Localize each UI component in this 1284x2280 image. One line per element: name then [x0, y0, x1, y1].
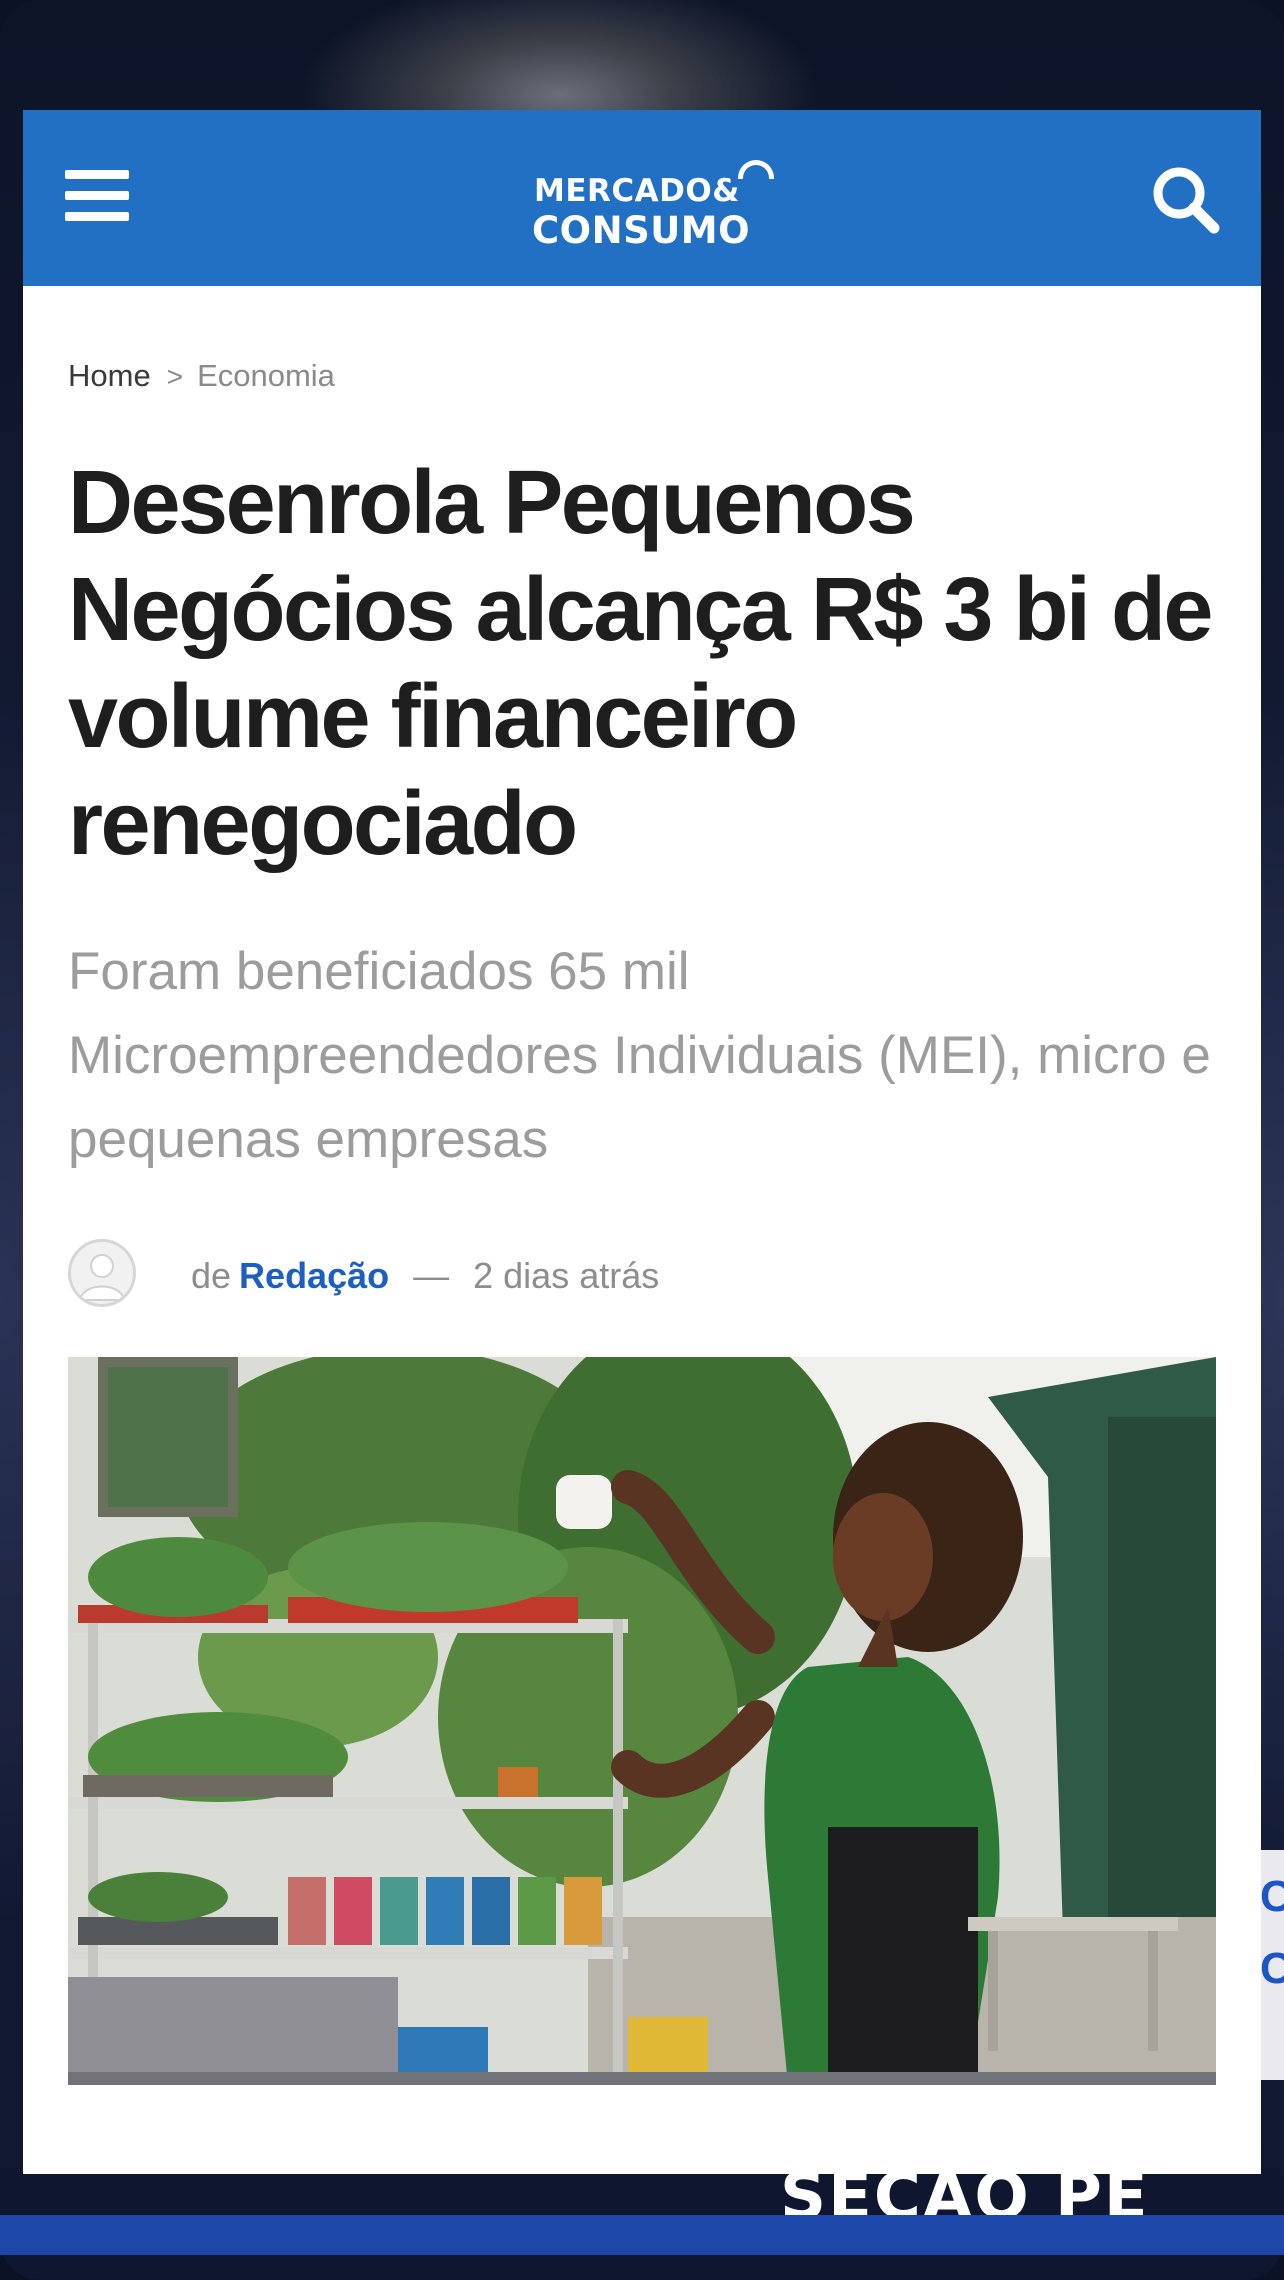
author-link[interactable]: Redação — [239, 1255, 389, 1296]
publish-time: 2 dias atrás — [473, 1255, 660, 1296]
article-byline: de Redação — 2 dias atrás — [68, 1235, 1168, 1315]
author-avatar[interactable] — [68, 1239, 136, 1307]
byline-separator: — — [413, 1255, 450, 1296]
article-screenshot: MERCADO& CONSUMO Home > Economia Desenrola… — [23, 110, 1261, 2174]
logo-arc — [738, 160, 774, 179]
hamburger-menu-icon[interactable] — [65, 170, 129, 222]
breadcrumb-home[interactable]: Home — [68, 358, 151, 393]
logo-line-1: MERCADO& — [534, 173, 740, 209]
logo-line-2: CONSUMO — [532, 209, 751, 252]
article-subtitle: Foram beneficiados 65 mil Microempreende… — [68, 942, 1211, 1169]
breadcrumb-separator: > — [166, 361, 184, 392]
backdrop-side-panel: CC — [1260, 1850, 1284, 2080]
article-headline: Desenrola Pequenos Negócios alcança R$ 3… — [68, 453, 1213, 874]
site-header: MERCADO& CONSUMO — [23, 110, 1261, 286]
site-logo[interactable]: MERCADO& CONSUMO — [528, 152, 774, 249]
byline-prefix: de — [191, 1255, 232, 1296]
breadcrumb-current[interactable]: Economia — [197, 358, 335, 393]
breadcrumb: Home > Economia — [68, 358, 335, 394]
backdrop-banner — [0, 2215, 1284, 2255]
search-icon[interactable] — [1148, 162, 1224, 238]
article-hero-image[interactable] — [68, 1357, 1216, 2085]
